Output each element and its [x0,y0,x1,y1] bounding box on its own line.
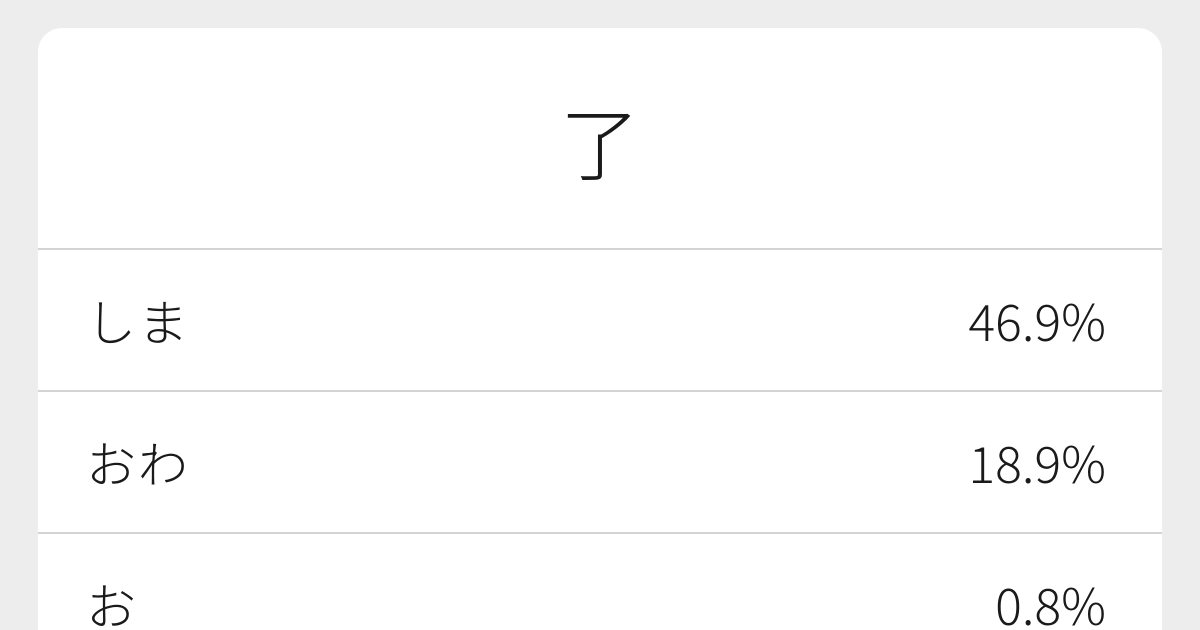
reading-text: おわ [86,426,190,498]
reading-row: しま 46.9% [38,250,1162,392]
reading-text: お [86,568,138,630]
reading-row: おわ 18.9% [38,392,1162,534]
kanji-character: 了 [560,82,640,198]
reading-percent: 46.9% [968,284,1106,356]
reading-percent: 18.9% [968,426,1106,498]
reading-text: しま [86,284,190,356]
reading-percent: 0.8% [995,568,1106,630]
kanji-header: 了 [38,28,1162,250]
readings-card: 了 しま 46.9% おわ 18.9% お 0.8% [38,28,1162,630]
reading-row: お 0.8% [38,534,1162,630]
